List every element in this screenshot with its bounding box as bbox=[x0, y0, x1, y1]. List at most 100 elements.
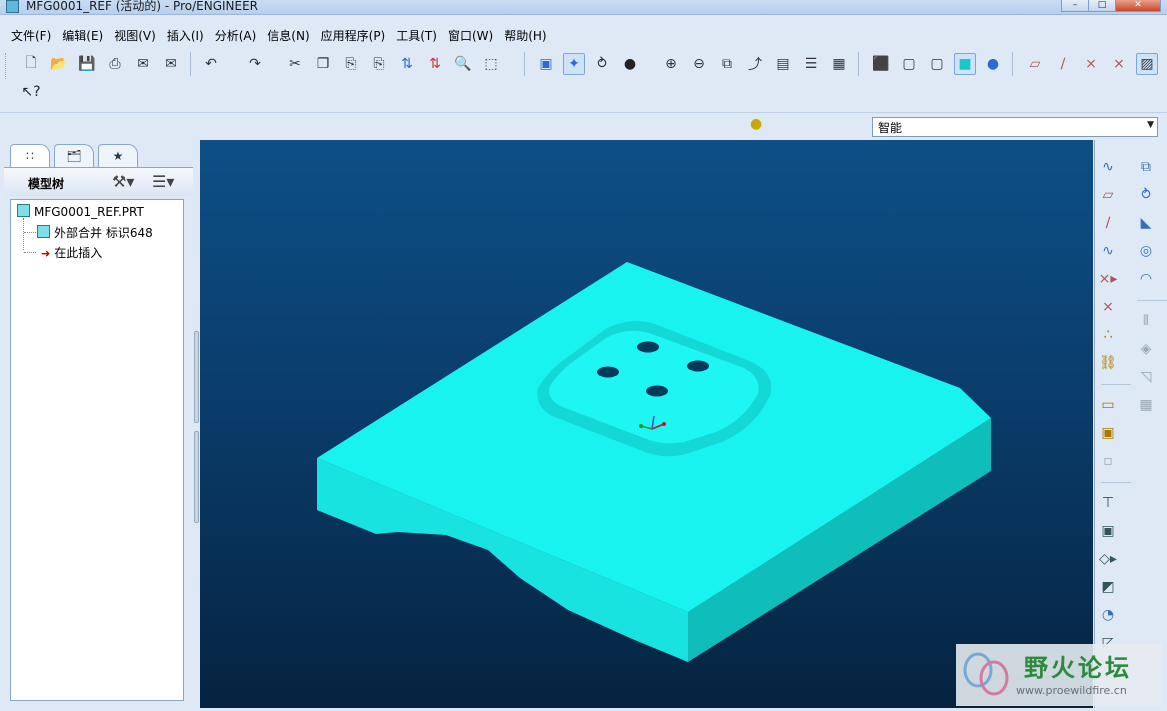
new-icon[interactable]: 🗋 bbox=[20, 53, 42, 75]
copy-icon[interactable]: ❐ bbox=[312, 53, 334, 75]
regenerate-icon[interactable]: ⇅ bbox=[396, 53, 418, 75]
tree-node-merge[interactable]: 外部合并 标识648 bbox=[37, 224, 153, 241]
merge-tool-icon[interactable]: ◈ bbox=[1135, 338, 1157, 360]
round-tool-icon[interactable]: ◔ bbox=[1097, 604, 1119, 626]
datum-plane-icon[interactable]: ▱ bbox=[1097, 184, 1119, 206]
model-render bbox=[317, 262, 991, 662]
analysis-feature-icon[interactable]: ∴ bbox=[1097, 324, 1119, 346]
regen-manager-icon[interactable]: ⇅ bbox=[424, 53, 446, 75]
wireframe-icon[interactable]: ⬛ bbox=[870, 53, 892, 75]
select-box-icon[interactable]: ⬚ bbox=[480, 53, 502, 75]
paste-special-icon[interactable]: ⎘ bbox=[368, 53, 390, 75]
mirror-tool-icon[interactable]: ⫴ bbox=[1135, 310, 1157, 332]
print-icon[interactable]: ⎙ bbox=[104, 53, 126, 75]
datum-curve-icon[interactable]: ∿ bbox=[1097, 240, 1119, 262]
csys-icon[interactable]: ⨯ bbox=[1097, 296, 1119, 318]
tree-node-label: 外部合并 标识648 bbox=[54, 226, 153, 240]
menu-edit[interactable]: 编辑(E) bbox=[62, 27, 103, 44]
style-tool-icon[interactable]: ◇▸ bbox=[1097, 548, 1119, 570]
repaint-icon[interactable]: ▣ bbox=[535, 53, 557, 75]
window-title: MFG0001_REF (活动的) - Pro/ENGINEER bbox=[26, 0, 259, 13]
zoom-out-icon[interactable]: ⊖ bbox=[688, 53, 710, 75]
mail-attach-icon[interactable]: ✉ bbox=[160, 53, 182, 75]
appearance-icon[interactable]: ● bbox=[619, 53, 641, 75]
project-tool-icon[interactable]: ▭ bbox=[1097, 394, 1119, 416]
menu-analysis[interactable]: 分析(A) bbox=[215, 27, 257, 44]
toolbar-grip[interactable] bbox=[5, 53, 9, 79]
menu-file[interactable]: 文件(F) bbox=[11, 27, 51, 44]
tab-folder-browser-icon[interactable]: 🗂 bbox=[54, 144, 94, 167]
layers-icon[interactable]: ☰ bbox=[800, 53, 822, 75]
coord-sys-icon[interactable]: ⨯ bbox=[1108, 53, 1130, 75]
minimize-button[interactable]: – bbox=[1061, 0, 1089, 12]
enhanced-realism-icon[interactable]: ● bbox=[982, 53, 1004, 75]
settings-tools-icon[interactable]: ⚒▾ bbox=[112, 172, 134, 191]
revolve-tool-icon[interactable]: ⥁ bbox=[1135, 184, 1157, 206]
thicken-tool-icon[interactable]: ⊤ bbox=[1097, 492, 1119, 514]
hidden-line-icon[interactable]: ▢ bbox=[898, 53, 920, 75]
datum-point-icon[interactable]: ⨯▸ bbox=[1097, 268, 1119, 290]
shading-icon[interactable]: ■ bbox=[954, 53, 976, 75]
chevron-down-icon[interactable]: ▼ bbox=[1147, 120, 1154, 130]
saved-views-icon[interactable]: ▤ bbox=[772, 53, 794, 75]
offset-tool-icon[interactable]: ▫ bbox=[1097, 450, 1119, 472]
tab-model-tree-icon[interactable]: ∷ bbox=[10, 144, 50, 167]
selection-filter-select[interactable]: 智能 ▼ bbox=[872, 117, 1158, 137]
zoom-in-icon[interactable]: ⊕ bbox=[660, 53, 682, 75]
no-hidden-icon[interactable]: ▢ bbox=[926, 53, 948, 75]
tree-node-insert-here[interactable]: ➜ 在此插入 bbox=[41, 244, 102, 261]
extrude-tool-icon[interactable]: ⧉ bbox=[1135, 156, 1157, 178]
orient-icon[interactable]: ⥁ bbox=[591, 53, 613, 75]
offset-csys-icon[interactable]: ⛓ bbox=[1097, 352, 1119, 374]
model-tree-title: 模型树 bbox=[28, 177, 65, 191]
datum-planes-icon[interactable]: ▱ bbox=[1024, 53, 1046, 75]
paste-icon[interactable]: ⎘ bbox=[340, 53, 362, 75]
whats-this-icon[interactable]: ↖? bbox=[20, 81, 42, 103]
reorient-icon[interactable]: ⤴ bbox=[744, 53, 766, 75]
datum-axes-icon[interactable]: ∕ bbox=[1052, 53, 1074, 75]
open-icon[interactable]: 📂 bbox=[48, 53, 70, 75]
annotations-icon[interactable]: ▨ bbox=[1136, 53, 1158, 75]
boundary-blend-icon[interactable]: ◩ bbox=[1097, 576, 1119, 598]
merge-feature-icon bbox=[37, 225, 50, 238]
tree-node-root[interactable]: MFG0001_REF.PRT bbox=[17, 204, 144, 219]
trim-tool-icon[interactable]: ◹ bbox=[1135, 366, 1157, 388]
hole-3 bbox=[687, 360, 709, 372]
spin-center-icon[interactable]: ✦ bbox=[563, 53, 585, 75]
menu-bar: 文件(F) 编辑(E) 视图(V) 插入(I) 分析(A) 信息(N) 应用程序… bbox=[0, 24, 1167, 46]
email-icon[interactable]: ✉ bbox=[132, 53, 154, 75]
message-bulb-icon[interactable]: ● bbox=[750, 116, 764, 136]
menu-info[interactable]: 信息(N) bbox=[267, 27, 309, 44]
draft-tool-icon[interactable]: ◠ bbox=[1135, 268, 1157, 290]
panel-splitter[interactable] bbox=[193, 141, 199, 707]
filter-value: 智能 bbox=[878, 121, 903, 135]
menu-help[interactable]: 帮助(H) bbox=[504, 27, 546, 44]
datum-points-icon[interactable]: ⨯ bbox=[1080, 53, 1102, 75]
menu-tools[interactable]: 工具(T) bbox=[396, 27, 437, 44]
tab-favorites-icon[interactable]: ★ bbox=[98, 144, 138, 167]
menu-insert[interactable]: 插入(I) bbox=[167, 27, 204, 44]
view-manager-icon[interactable]: ▦ bbox=[828, 53, 850, 75]
refit-icon[interactable]: ⧉ bbox=[716, 53, 738, 75]
sketch-icon[interactable]: ∿ bbox=[1097, 156, 1119, 178]
datum-axis-icon[interactable]: ∕ bbox=[1097, 212, 1119, 234]
menu-window[interactable]: 窗口(W) bbox=[448, 27, 493, 44]
save-icon[interactable]: 💾 bbox=[76, 53, 98, 75]
find-icon[interactable]: 🔍 bbox=[452, 53, 474, 75]
show-list-icon[interactable]: ☰▾ bbox=[152, 172, 174, 191]
undo-icon[interactable]: ↶ bbox=[200, 53, 222, 75]
graphics-viewport[interactable] bbox=[200, 140, 1093, 708]
menu-applications[interactable]: 应用程序(P) bbox=[321, 27, 386, 44]
solidify-tool-icon[interactable]: ▣ bbox=[1097, 520, 1119, 542]
cut-icon[interactable]: ✂ bbox=[284, 53, 306, 75]
menu-view[interactable]: 视图(V) bbox=[114, 27, 156, 44]
redo-icon[interactable]: ↷ bbox=[244, 53, 266, 75]
close-button[interactable]: ✕ bbox=[1115, 0, 1161, 12]
sweep-tool-icon[interactable]: ◣ bbox=[1135, 212, 1157, 234]
intersect-tool-icon[interactable]: ▣ bbox=[1097, 422, 1119, 444]
navigator-panel: ∷ 🗂 ★ 模型树 ⚒▾ ☰▾ MFG0001_REF.PRT 外部合并 标识6… bbox=[4, 141, 198, 707]
pattern-tool-icon[interactable]: ▦ bbox=[1135, 394, 1157, 416]
hole-tool-icon[interactable]: ◎ bbox=[1135, 240, 1157, 262]
watermark-name: 野火论坛 bbox=[1024, 654, 1132, 682]
maximize-button[interactable]: □ bbox=[1088, 0, 1116, 12]
